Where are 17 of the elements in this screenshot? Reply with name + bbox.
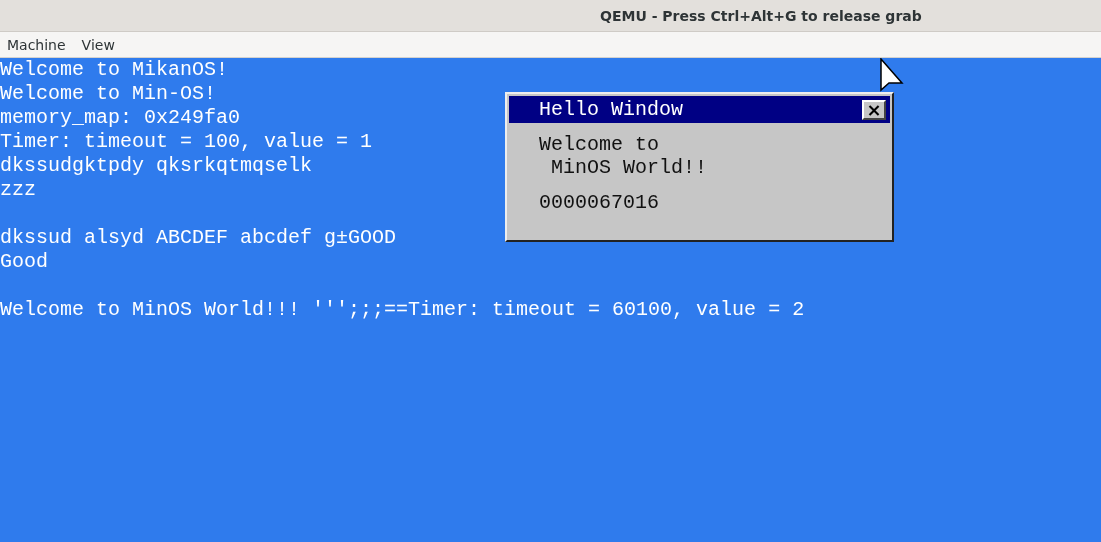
console-line: Good xyxy=(0,250,48,274)
console-line: dkssud alsyd ABCDEF abcdef g±GOOD xyxy=(0,226,397,250)
window-title: Hello Window xyxy=(539,98,684,121)
console-line: zzz xyxy=(0,178,36,202)
window-text: Welcome to xyxy=(539,133,660,156)
console-line: dkssudgktpdy qksrkqtmqselk xyxy=(0,154,313,178)
window-title: QEMU - Press Ctrl+Alt+G to release grab xyxy=(600,7,922,24)
menu-item[interactable]: Machine xyxy=(7,36,66,53)
console-line: Welcome to MinOS World!!! ''';;;==Timer: timeout = 60100, value = 2 xyxy=(0,298,805,322)
console-line: Welcome to Min-OS! xyxy=(0,82,217,106)
menu-item[interactable]: View xyxy=(81,36,115,53)
console-line: Timer: timeout = 100, value = 1 xyxy=(0,130,373,154)
counter-text: 0000067016 xyxy=(539,191,660,214)
console-line: Welcome to MikanOS! xyxy=(0,58,229,82)
close-button[interactable]: × xyxy=(862,99,886,120)
console-line: memory_map: 0x249fa0 xyxy=(0,106,241,130)
window-text: MinOS World!! xyxy=(550,156,708,179)
